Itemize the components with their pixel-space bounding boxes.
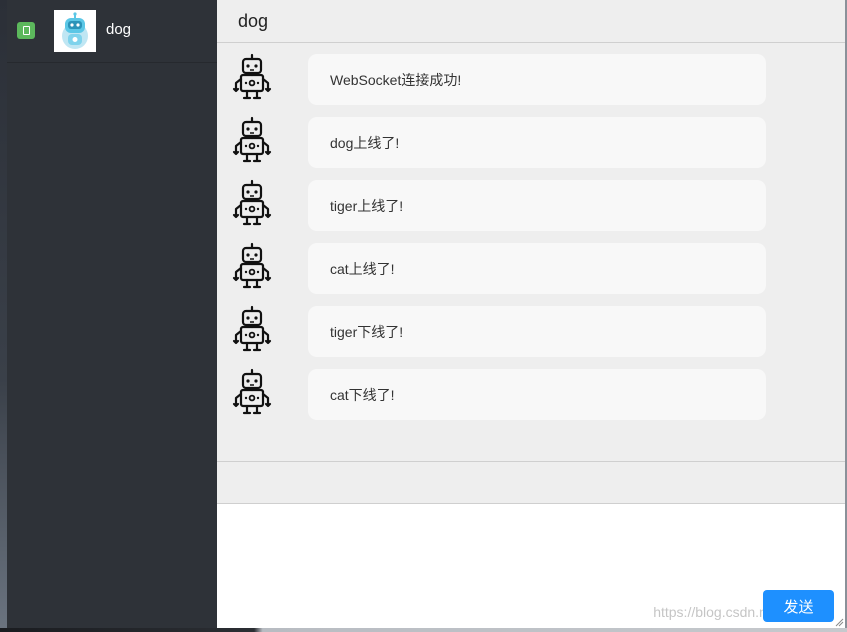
resize-grip-icon[interactable] [834, 617, 844, 627]
message-item: cat上线了! [217, 242, 845, 305]
bottom-edge [0, 628, 847, 632]
message-text: tiger上线了! [330, 197, 404, 214]
message-bubble: tiger上线了! [308, 180, 766, 231]
message-item: tiger上线了! [217, 179, 845, 242]
message-text: cat下线了! [330, 386, 395, 403]
robot-avatar-icon [54, 10, 96, 52]
message-item: WebSocket连接成功! [217, 53, 845, 116]
robot-icon [232, 305, 272, 352]
robot-icon [232, 53, 272, 100]
robot-icon [232, 179, 272, 226]
message-item: cat下线了! [217, 368, 845, 431]
robot-icon [232, 116, 272, 163]
message-text: tiger下线了! [330, 323, 404, 340]
message-bubble: dog上线了! [308, 117, 766, 168]
chat-panel: dog WebSocket连接成功! dog上线了! tiger上线了! cat… [217, 0, 845, 628]
online-status-badge [17, 22, 35, 39]
message-text: dog上线了! [330, 134, 400, 151]
message-bubble: WebSocket连接成功! [308, 54, 766, 105]
message-input-area: https://blog.csdn.net/N_Peng 发送 [217, 504, 845, 628]
input-toolbar [217, 461, 845, 504]
message-item: dog上线了! [217, 116, 845, 179]
message-item: tiger下线了! [217, 305, 845, 368]
message-bubble: cat上线了! [308, 243, 766, 294]
contact-sidebar: dog [7, 0, 217, 628]
desktop-edge [0, 0, 7, 632]
message-list: WebSocket连接成功! dog上线了! tiger上线了! cat上线了!… [217, 43, 845, 461]
robot-icon [232, 368, 272, 415]
contact-name: dog [106, 21, 132, 38]
message-text: WebSocket连接成功! [330, 71, 462, 88]
send-button[interactable]: 发送 [763, 590, 834, 622]
message-bubble: cat下线了! [308, 369, 766, 420]
chat-title: dog [238, 10, 269, 31]
chat-app-window: dog dog WebSocket连接成功! dog上线了! tiger上线了!… [7, 0, 845, 628]
robot-icon [232, 242, 272, 289]
message-text: cat上线了! [330, 260, 395, 277]
message-input[interactable] [217, 504, 845, 628]
message-bubble: tiger下线了! [308, 306, 766, 357]
contact-item-dog[interactable]: dog [7, 0, 217, 63]
chat-header: dog [217, 0, 845, 43]
